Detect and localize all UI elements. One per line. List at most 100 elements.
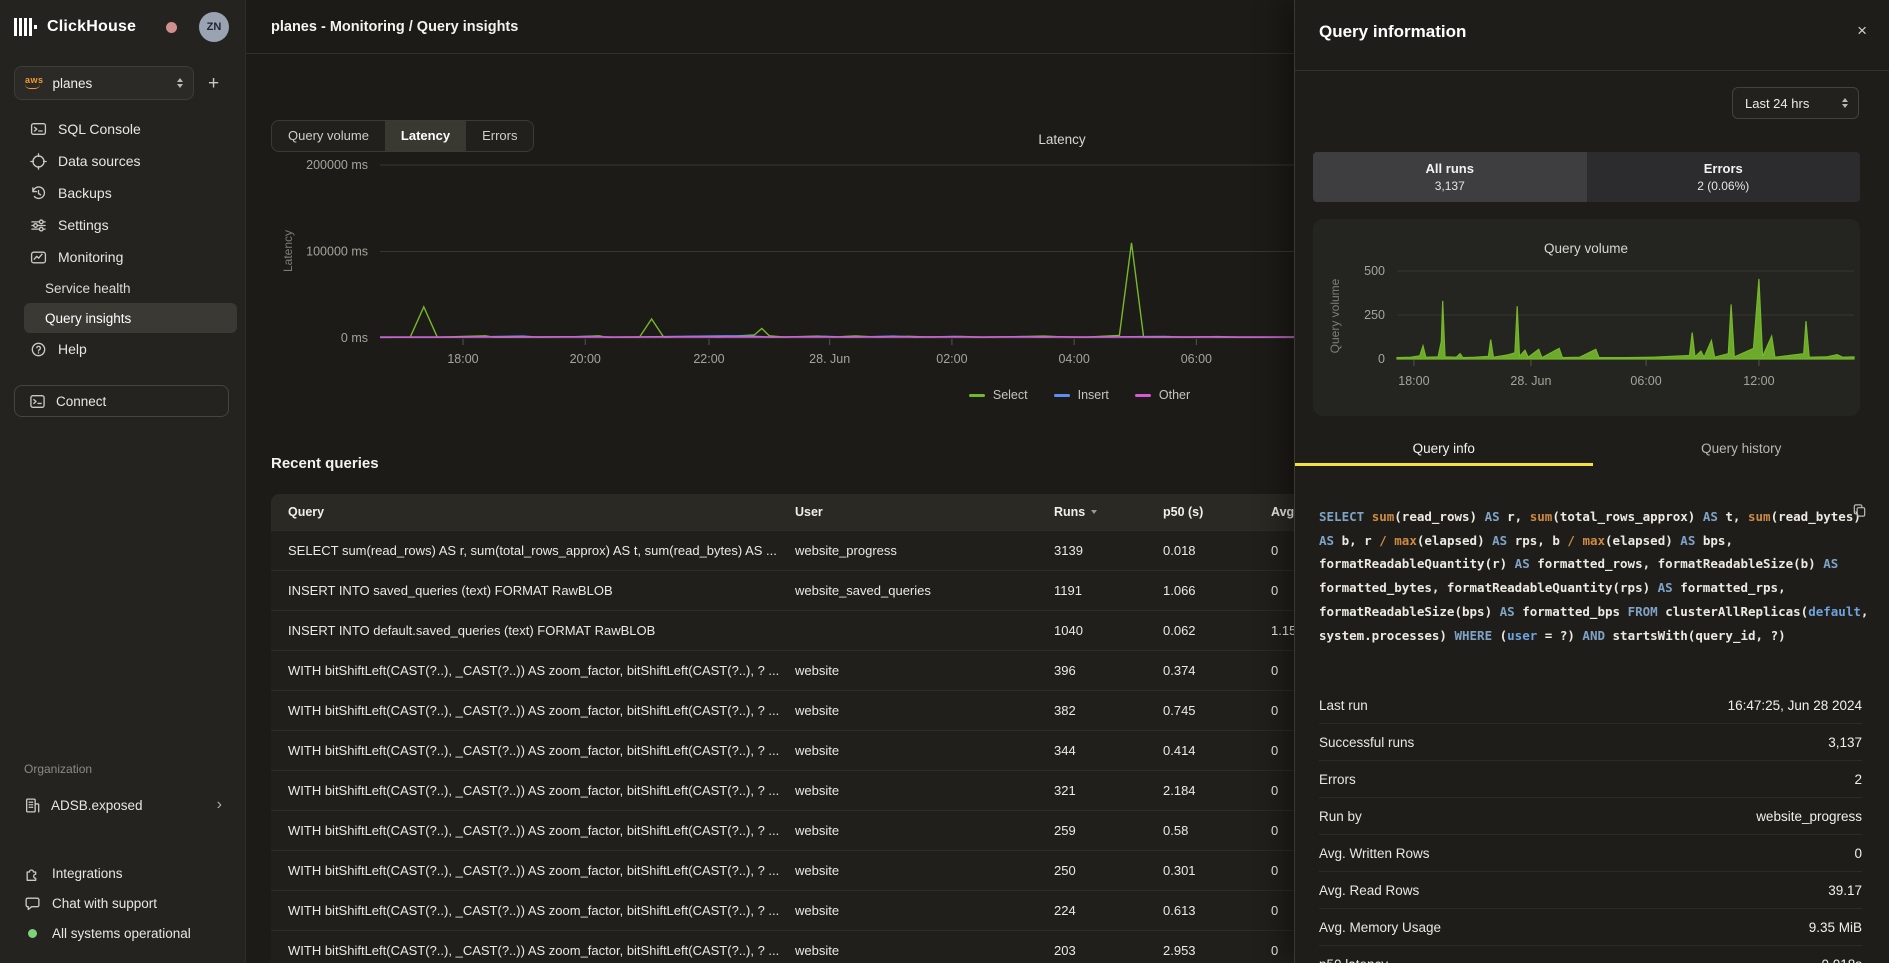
clickhouse-logo-icon: [14, 17, 38, 37]
sort-caret-icon: [1091, 510, 1097, 514]
query-information-panel: Query information × Last 24 hrs All runs…: [1294, 0, 1889, 963]
sql-token: t,: [1725, 509, 1748, 524]
cell-p50: 0.062: [1163, 623, 1271, 638]
sidebar-item-monitoring[interactable]: Monitoring: [0, 241, 245, 273]
copy-icon[interactable]: [1852, 503, 1867, 523]
panel-title: Query information: [1319, 22, 1466, 42]
sidebar-item-label: Data sources: [58, 153, 140, 169]
sidebar-item-label: Service health: [45, 281, 131, 296]
sql-token: b, r: [1342, 533, 1380, 548]
sql-token: /: [1567, 533, 1582, 548]
sql-token: default: [1808, 604, 1861, 619]
cell-p50: 0.745: [1163, 703, 1271, 718]
detail-value: 39.17: [1828, 883, 1862, 898]
legend-dash-icon: [1054, 394, 1070, 397]
tab-errors[interactable]: Errors 2 (0.06%): [1587, 152, 1861, 202]
cell-query: WITH bitShiftLeft(CAST(?..), _CAST(?..))…: [288, 903, 795, 918]
connect-button[interactable]: Connect: [14, 385, 229, 417]
cell-query: WITH bitShiftLeft(CAST(?..), _CAST(?..))…: [288, 783, 795, 798]
sidebar-item-integrations[interactable]: Integrations: [0, 858, 245, 888]
svg-text:28. Jun: 28. Jun: [1510, 374, 1551, 388]
cell-p50: 0.374: [1163, 663, 1271, 678]
sql-token: formatted_bytes, formatReadableQuantity(…: [1319, 580, 1658, 595]
svg-text:02:00: 02:00: [936, 352, 967, 366]
sql-token: sum: [1372, 509, 1395, 524]
recording-dot-icon[interactable]: [166, 22, 177, 33]
cell-runs: 3139: [1054, 543, 1163, 558]
data-sources-icon: [30, 153, 47, 170]
sidebar-item-chat-with-support[interactable]: Chat with support: [0, 888, 245, 918]
cell-query: INSERT INTO saved_queries (text) FORMAT …: [288, 583, 795, 598]
legend-item-other[interactable]: Other: [1135, 388, 1190, 402]
cell-query: WITH bitShiftLeft(CAST(?..), _CAST(?..))…: [288, 663, 795, 678]
column-header-user[interactable]: User: [795, 505, 1054, 519]
sql-token: AS: [1658, 580, 1681, 595]
sql-token: startsWith(query_id, ?): [1613, 628, 1786, 643]
column-header-runs[interactable]: Runs: [1054, 505, 1163, 519]
sidebar-item-label: Help: [58, 341, 87, 357]
avatar[interactable]: ZN: [199, 12, 229, 42]
cell-runs: 224: [1054, 903, 1163, 918]
time-range-select[interactable]: Last 24 hrs: [1732, 87, 1859, 119]
sidebar-item-sql-console[interactable]: SQL Console: [0, 113, 245, 145]
tab-all-runs[interactable]: All runs 3,137: [1313, 152, 1587, 202]
cell-runs: 250: [1054, 863, 1163, 878]
column-header-p50-s-[interactable]: p50 (s): [1163, 505, 1271, 519]
svg-text:20:00: 20:00: [570, 352, 601, 366]
detail-row-p50-latency: p50 latency0.018s: [1319, 946, 1862, 963]
sql-line: formatted_bytes, formatReadableQuantity(…: [1319, 576, 1866, 600]
service-selector[interactable]: aws planes: [14, 66, 194, 100]
svg-text:Latency: Latency: [1038, 132, 1086, 147]
cell-query: WITH bitShiftLeft(CAST(?..), _CAST(?..))…: [288, 703, 795, 718]
cell-p50: 1.066: [1163, 583, 1271, 598]
cell-user: website: [795, 863, 1054, 878]
sidebar-item-help[interactable]: Help: [0, 333, 245, 365]
close-icon[interactable]: ×: [1857, 22, 1867, 39]
sql-token: SELECT: [1319, 509, 1372, 524]
detail-row-run-by: Run bywebsite_progress: [1319, 798, 1862, 835]
sql-token: AS: [1492, 533, 1515, 548]
chevron-updown-icon: [177, 78, 183, 89]
errors-count: 2 (0.06%): [1697, 179, 1749, 193]
add-service-button[interactable]: +: [208, 74, 219, 93]
sidebar-item-settings[interactable]: Settings: [0, 209, 245, 241]
svg-text:0: 0: [1378, 352, 1385, 366]
svg-text:18:00: 18:00: [447, 352, 478, 366]
organization-item[interactable]: ADSB.exposed ›: [14, 788, 232, 822]
legend-item-insert[interactable]: Insert: [1054, 388, 1109, 402]
sql-token: formatted_rps,: [1680, 580, 1785, 595]
sql-token: (total_rows_approx): [1552, 509, 1703, 524]
sql-token: = ?): [1537, 628, 1582, 643]
tab-query-history[interactable]: Query history: [1593, 436, 1889, 466]
sidebar-item-all-systems-operational[interactable]: All systems operational: [0, 918, 245, 948]
query-details-list: Last run16:47:25, Jun 28 2024Successful …: [1319, 687, 1862, 963]
cell-runs: 396: [1054, 663, 1163, 678]
cell-p50: 0.613: [1163, 903, 1271, 918]
legend-dash-icon: [1135, 394, 1151, 397]
sidebar-item-data-sources[interactable]: Data sources: [0, 145, 245, 177]
sql-token: ,: [1861, 604, 1869, 619]
detail-value: 2: [1854, 772, 1862, 787]
cell-runs: 344: [1054, 743, 1163, 758]
svg-text:06:00: 06:00: [1181, 352, 1212, 366]
sidebar: ClickHouse ZN aws planes + SQL ConsoleDa…: [0, 0, 246, 963]
detail-row-errors: Errors2: [1319, 761, 1862, 798]
cell-runs: 203: [1054, 943, 1163, 958]
aws-icon: aws: [25, 75, 44, 89]
cell-p50: 0.58: [1163, 823, 1271, 838]
sidebar-item-query-insights[interactable]: Query insights: [24, 303, 237, 333]
column-header-query[interactable]: Query: [288, 505, 795, 519]
detail-value: 0.018s: [1821, 957, 1862, 963]
cell-p50: 0.018: [1163, 543, 1271, 558]
legend-label: Insert: [1078, 388, 1109, 402]
chat-icon: [24, 895, 41, 912]
chevron-right-icon: ›: [217, 796, 222, 814]
legend-item-select[interactable]: Select: [969, 388, 1028, 402]
sidebar-item-service-health[interactable]: Service health: [24, 273, 237, 303]
cell-p50: 2.184: [1163, 783, 1271, 798]
sql-token: formatReadableQuantity(r): [1319, 556, 1515, 571]
sidebar-item-backups[interactable]: Backups: [0, 177, 245, 209]
info-tabs: Query info Query history: [1295, 436, 1889, 466]
tab-query-info[interactable]: Query info: [1295, 436, 1593, 466]
svg-text:22:00: 22:00: [693, 352, 724, 366]
